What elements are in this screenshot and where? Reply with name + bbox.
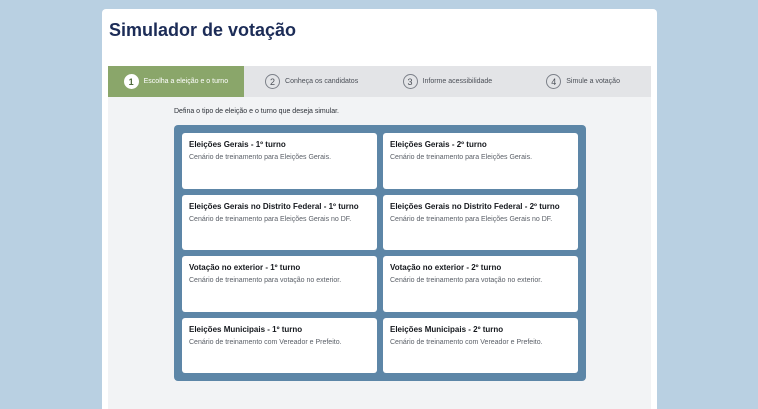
option-title: Votação no exterior - 2º turno bbox=[390, 263, 502, 272]
option-title: Eleições Gerais no Distrito Federal - 1º… bbox=[189, 201, 359, 211]
step-2[interactable]: 2 Conheça os candidatos bbox=[244, 66, 380, 97]
option-description: Cenário de treinamento para Eleições Ger… bbox=[390, 215, 553, 223]
step-number: 4 bbox=[546, 74, 562, 89]
step-label: Informe acessibilidade bbox=[422, 78, 493, 85]
option-title: Eleições Municipais - 1º turno bbox=[189, 324, 303, 334]
step-content: Defina o tipo de eleição e o turno que d… bbox=[108, 97, 651, 409]
option-description: Cenário de treinamento com Vereador e Pr… bbox=[189, 338, 342, 346]
option-description: Cenário de treinamento para Eleições Ger… bbox=[189, 154, 332, 161]
step-label: Escolha a eleição e o turno bbox=[143, 78, 229, 85]
option-description: Cenário de treinamento para votação no e… bbox=[390, 277, 543, 284]
option-municipais-1-turno[interactable]: Eleições Municipais - 1º turno Cenário d… bbox=[182, 317, 377, 373]
step-progress: 1 Escolha a eleição e o turno 2 Conheça … bbox=[108, 66, 651, 97]
option-description: Cenário de treinamento para Eleições Ger… bbox=[390, 154, 533, 161]
election-options: Eleições Gerais - 1º turno Cenário de tr… bbox=[174, 125, 586, 381]
step-3[interactable]: 3 Informe acessibilidade bbox=[380, 66, 516, 97]
option-gerais-2-turno[interactable]: Eleições Gerais - 2º turno Cenário de tr… bbox=[383, 133, 578, 189]
step-label: Simule a votação bbox=[566, 78, 620, 85]
step-number: 1 bbox=[123, 74, 139, 89]
option-description: Cenário de treinamento com Vereador e Pr… bbox=[390, 338, 543, 346]
option-title: Eleições Gerais - 2º turno bbox=[390, 140, 487, 149]
option-description: Cenário de treinamento para votação no e… bbox=[189, 277, 342, 284]
option-gerais-1-turno[interactable]: Eleições Gerais - 1º turno Cenário de tr… bbox=[182, 133, 377, 189]
option-description: Cenário de treinamento para Eleições Ger… bbox=[189, 215, 352, 223]
option-df-1-turno[interactable]: Eleições Gerais no Distrito Federal - 1º… bbox=[182, 194, 377, 250]
option-exterior-2-turno[interactable]: Votação no exterior - 2º turno Cenário d… bbox=[383, 256, 578, 312]
option-title: Eleições Gerais no Distrito Federal - 2º… bbox=[390, 201, 560, 211]
option-exterior-1-turno[interactable]: Votação no exterior - 1º turno Cenário d… bbox=[182, 256, 377, 312]
simulator-panel: Simulador de votação 1 Escolha a eleição… bbox=[102, 9, 657, 409]
step-4[interactable]: 4 Simule a votação bbox=[515, 66, 651, 97]
step-number: 3 bbox=[402, 74, 418, 89]
option-municipais-2-turno[interactable]: Eleições Municipais - 2º turno Cenário d… bbox=[383, 317, 578, 373]
step-label: Conheça os candidatos bbox=[285, 78, 359, 85]
option-df-2-turno[interactable]: Eleições Gerais no Distrito Federal - 2º… bbox=[383, 194, 578, 250]
step-1[interactable]: 1 Escolha a eleição e o turno bbox=[108, 66, 244, 97]
option-title: Eleições Municipais - 2º turno bbox=[390, 324, 504, 334]
page-title: Simulador de votação bbox=[109, 20, 297, 40]
instruction-text: Defina o tipo de eleição e o turno que d… bbox=[174, 108, 339, 115]
step-number: 2 bbox=[265, 74, 281, 89]
option-title: Votação no exterior - 1º turno bbox=[189, 263, 301, 272]
option-title: Eleições Gerais - 1º turno bbox=[189, 140, 286, 149]
